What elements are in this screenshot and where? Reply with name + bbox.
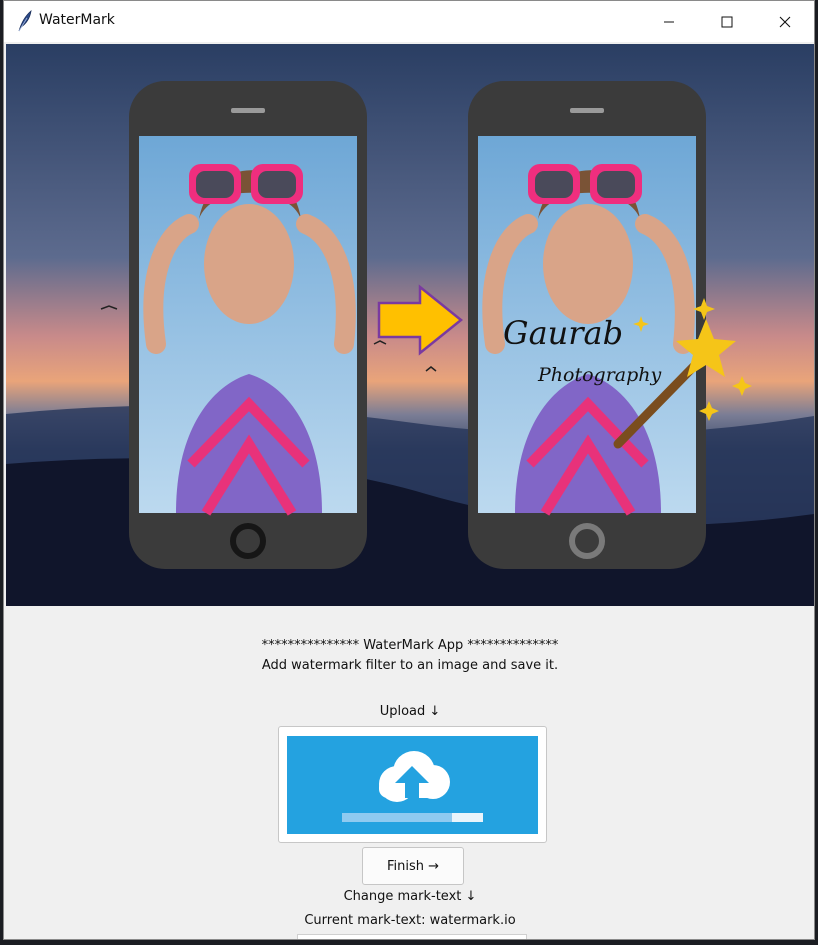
minimize-icon — [664, 21, 674, 22]
maximize-button[interactable] — [698, 1, 756, 42]
cloud-upload-icon — [287, 736, 538, 834]
window-title: WaterMark — [39, 12, 115, 28]
feather-icon — [16, 9, 34, 32]
finish-button[interactable]: Finish → — [362, 847, 464, 885]
upload-label: Upload ↓ — [379, 704, 441, 719]
app-window: WaterMark Gaurab Photography ***********… — [3, 0, 815, 940]
title-bar[interactable]: WaterMark — [4, 1, 814, 42]
watermark-text-line1: Gaurab — [503, 314, 623, 352]
maximize-icon — [721, 16, 733, 27]
phone-original — [129, 81, 367, 569]
upload-progress-fill — [342, 813, 452, 822]
current-mark-text-label: Current mark-text: watermark.io — [304, 913, 516, 928]
app-heading: *************** WaterMark App **********… — [261, 638, 559, 653]
upload-button[interactable] — [278, 726, 547, 843]
change-mark-text-label: Change mark-text ↓ — [343, 889, 477, 904]
minimize-button[interactable] — [640, 1, 698, 42]
banner-image: Gaurab Photography — [6, 44, 814, 606]
phone-watermarked: Gaurab Photography — [468, 81, 706, 569]
app-subheading: Add watermark filter to an image and sav… — [261, 658, 559, 673]
close-icon — [779, 16, 791, 27]
main-panel: *************** WaterMark App **********… — [4, 606, 814, 939]
intro-text: *************** WaterMark App **********… — [4, 636, 814, 676]
watermark-text-line2: Photography — [537, 364, 662, 386]
close-button[interactable] — [756, 1, 814, 42]
mark-text-input[interactable] — [297, 934, 527, 939]
